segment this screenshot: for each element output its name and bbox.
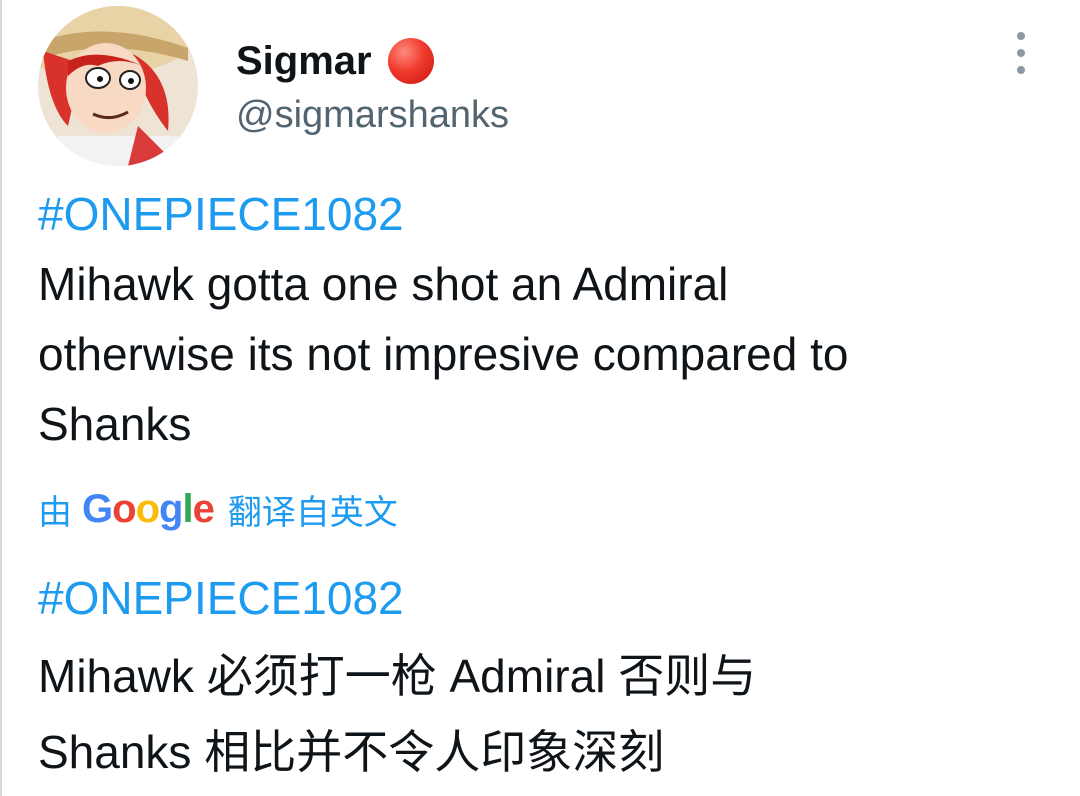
tweet: Sigmar @sigmarshanks #ONEPIECE1082 Mihaw… — [0, 0, 1080, 796]
translation-attribution[interactable]: 由 Google 翻译自英文 — [38, 486, 398, 532]
left-border — [0, 0, 2, 796]
tweet-text-line: otherwise its not impresive compared to — [38, 328, 849, 380]
google-logo: Google — [82, 486, 215, 531]
avatar[interactable] — [38, 6, 198, 166]
display-name-text: Sigmar — [236, 39, 372, 83]
tweet-text-line: Shanks — [38, 398, 192, 450]
more-dot-icon — [1017, 66, 1025, 74]
avatar-image — [38, 6, 198, 166]
author-display-name[interactable]: Sigmar — [236, 38, 434, 84]
translation-prefix: 由 — [38, 493, 72, 532]
hashtag-link[interactable]: #ONEPIECE1082 — [38, 188, 404, 240]
tweet-text-line: Mihawk gotta one shot an Admiral — [38, 258, 729, 310]
translated-text-line: Mihawk 必须打一枪 Admiral 否则与 — [38, 650, 757, 702]
translated-text-line: Shanks 相比并不令人印象深刻 — [38, 726, 665, 778]
more-options-button[interactable] — [1008, 32, 1034, 74]
red-circle-icon — [387, 38, 434, 84]
author-handle[interactable]: @sigmarshanks — [236, 93, 509, 137]
translated-hashtag-link[interactable]: #ONEPIECE1082 — [38, 572, 404, 624]
more-dot-icon — [1017, 49, 1025, 57]
more-dot-icon — [1017, 32, 1025, 40]
translation-suffix: 翻译自英文 — [227, 493, 398, 532]
